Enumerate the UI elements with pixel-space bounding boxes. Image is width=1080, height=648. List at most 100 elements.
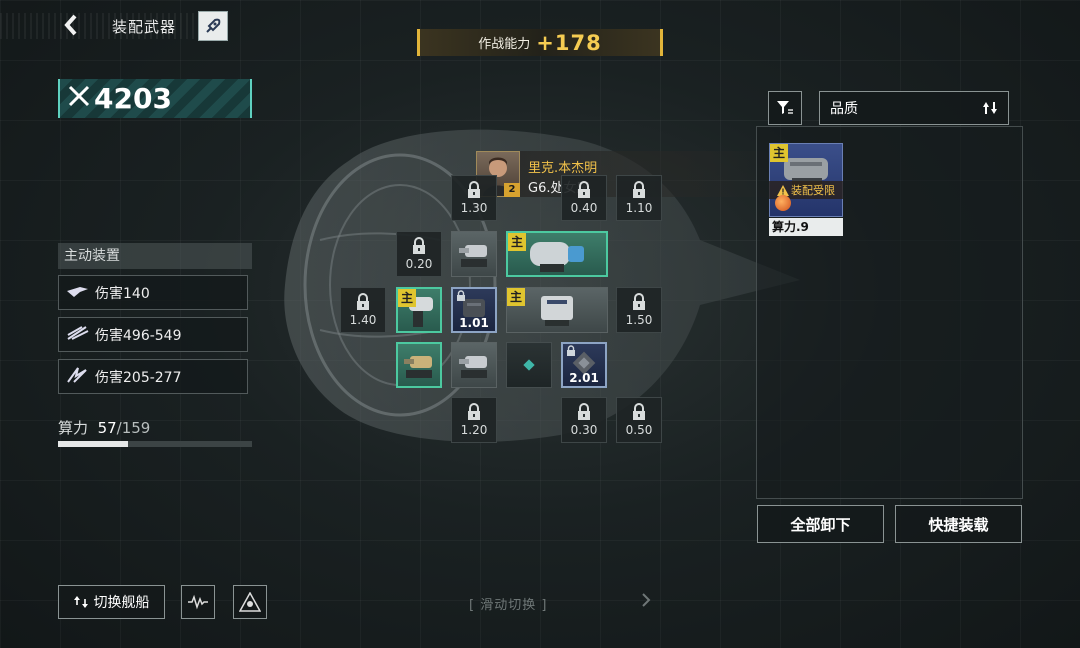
back-button[interactable] [56, 10, 86, 40]
fleet-emblem-button[interactable] [233, 585, 267, 619]
chevron-right-icon [640, 592, 652, 612]
weapon-slot[interactable] [396, 342, 442, 388]
quick-load-button[interactable]: 快捷装载 [895, 505, 1022, 543]
switch-ship-label: 切换舰船 [93, 595, 150, 611]
weapon-slot[interactable]: 1.01 [451, 287, 497, 333]
page-title: 装配武器 [112, 18, 177, 36]
active-device-item[interactable]: 伤害496-549 [58, 317, 248, 352]
slot-cost: 1.20 [460, 423, 488, 437]
weapon-slot-main[interactable]: 主 [396, 287, 442, 333]
lock-icon [578, 181, 590, 198]
weapon-slot-main[interactable]: 主 [506, 231, 608, 277]
weapon-cost: 1.01 [459, 316, 489, 330]
locked-slot[interactable]: 1.50 [616, 287, 662, 333]
sort-quality-select[interactable]: 品质 [819, 91, 1009, 125]
lock-icon [468, 403, 480, 420]
sort-arrows-icon [983, 102, 997, 114]
slot-cost: 1.40 [349, 313, 377, 327]
radar-button[interactable] [181, 585, 215, 619]
lock-icon [633, 181, 645, 198]
main-weapon-tag: 主 [770, 144, 788, 162]
top-bar: 装配武器 作战能力 +178 [0, 0, 1080, 56]
slot-cost: 0.40 [570, 201, 598, 215]
locked-slot[interactable]: 0.20 [396, 231, 442, 277]
inventory-item-cost: 算力.9 [769, 218, 843, 236]
switch-ship-button[interactable]: 切换舰船 [58, 585, 165, 619]
missile-pod-icon [541, 296, 573, 326]
main-weapon-tag: 主 [398, 289, 416, 307]
combat-power-box: 作战能力 +178 [417, 29, 663, 56]
slot-cost: 0.50 [625, 423, 653, 437]
slot-cost: 1.50 [625, 313, 653, 327]
inventory-item[interactable]: 主 装配受限 算力.9 [769, 143, 843, 236]
main-weapon-tag: 主 [507, 288, 525, 306]
locked-slot[interactable]: 1.40 [340, 287, 386, 333]
compute-title: 算力 [58, 419, 89, 437]
lock-icon [413, 237, 425, 254]
active-device-label: 伤害205-277 [95, 369, 182, 386]
lock-icon [357, 293, 369, 310]
sort-label: 品质 [830, 101, 858, 117]
locked-slot[interactable]: 0.30 [561, 397, 607, 443]
turret-icon [404, 356, 432, 378]
slot-cost: 1.10 [625, 201, 653, 215]
unload-all-button[interactable]: 全部卸下 [757, 505, 884, 543]
chevron-left-icon [64, 14, 77, 36]
weapon-slot[interactable]: 2.01 [561, 342, 607, 388]
weapon-slot[interactable] [451, 231, 497, 277]
slot-cost: 1.30 [460, 201, 488, 215]
locked-slot[interactable]: 1.30 [451, 175, 497, 221]
compute-progress-bar [58, 441, 252, 447]
active-device-label: 伤害496-549 [95, 327, 182, 344]
lock-icon [567, 345, 575, 356]
empty-slot[interactable] [506, 342, 552, 388]
lock-icon [633, 293, 645, 310]
compute-progress-fill [58, 441, 128, 447]
active-devices-title: 主动装置 [58, 243, 252, 269]
turret-icon [459, 356, 487, 378]
locked-slot[interactable]: 1.20 [451, 397, 497, 443]
locked-slot[interactable]: 0.40 [561, 175, 607, 221]
rocket-button[interactable] [198, 11, 228, 41]
warning-icon [777, 184, 789, 196]
crossed-swords-icon [66, 83, 92, 115]
missile-volley-icon [65, 325, 91, 345]
restricted-label: 装配受限 [791, 184, 835, 197]
filter-button[interactable] [768, 91, 802, 125]
combat-power-value: +178 [536, 30, 602, 55]
emblem-icon [239, 592, 261, 612]
lock-icon [468, 181, 480, 198]
active-device-label: 伤害140 [95, 285, 150, 302]
slot-cost: 0.30 [570, 423, 598, 437]
compute-max: /159 [116, 419, 151, 437]
active-device-item[interactable]: 伤害140 [58, 275, 248, 310]
pilot-level-badge: 2 [504, 183, 520, 197]
lock-icon [578, 403, 590, 420]
equip-weapon-screen: 装配武器 作战能力 +178 4203 主动装置 伤害140 伤害496-549… [0, 0, 1080, 648]
lock-icon [633, 403, 645, 420]
combat-power-label: 作战能力 [478, 37, 531, 52]
compute-label: 算力 57/159 [58, 417, 150, 438]
main-weapon-tag: 主 [508, 233, 526, 251]
filter-icon [777, 101, 793, 114]
fighter-jet-icon [65, 283, 91, 303]
compute-used: 57 [97, 419, 117, 437]
swipe-hint: [ 滑动切换 ] [469, 598, 548, 613]
cannon-icon [530, 242, 584, 272]
locked-slot[interactable]: 1.10 [616, 175, 662, 221]
pilot-name: 里克.本杰明 [528, 161, 598, 176]
lock-icon [457, 290, 465, 301]
slot-cost: 0.20 [405, 257, 433, 271]
weapon-slot[interactable] [451, 342, 497, 388]
laser-burst-icon [65, 366, 91, 388]
turret-icon [459, 245, 487, 267]
radar-wave-icon [188, 594, 208, 610]
rocket-icon [206, 18, 221, 33]
rarity-orb-icon [775, 195, 791, 211]
attack-power-box: 4203 [58, 79, 252, 118]
attack-value: 4203 [94, 82, 172, 115]
diamond-icon [523, 359, 535, 371]
active-device-item[interactable]: 伤害205-277 [58, 359, 248, 394]
weapon-slot-main[interactable]: 主 [506, 287, 608, 333]
locked-slot[interactable]: 0.50 [616, 397, 662, 443]
